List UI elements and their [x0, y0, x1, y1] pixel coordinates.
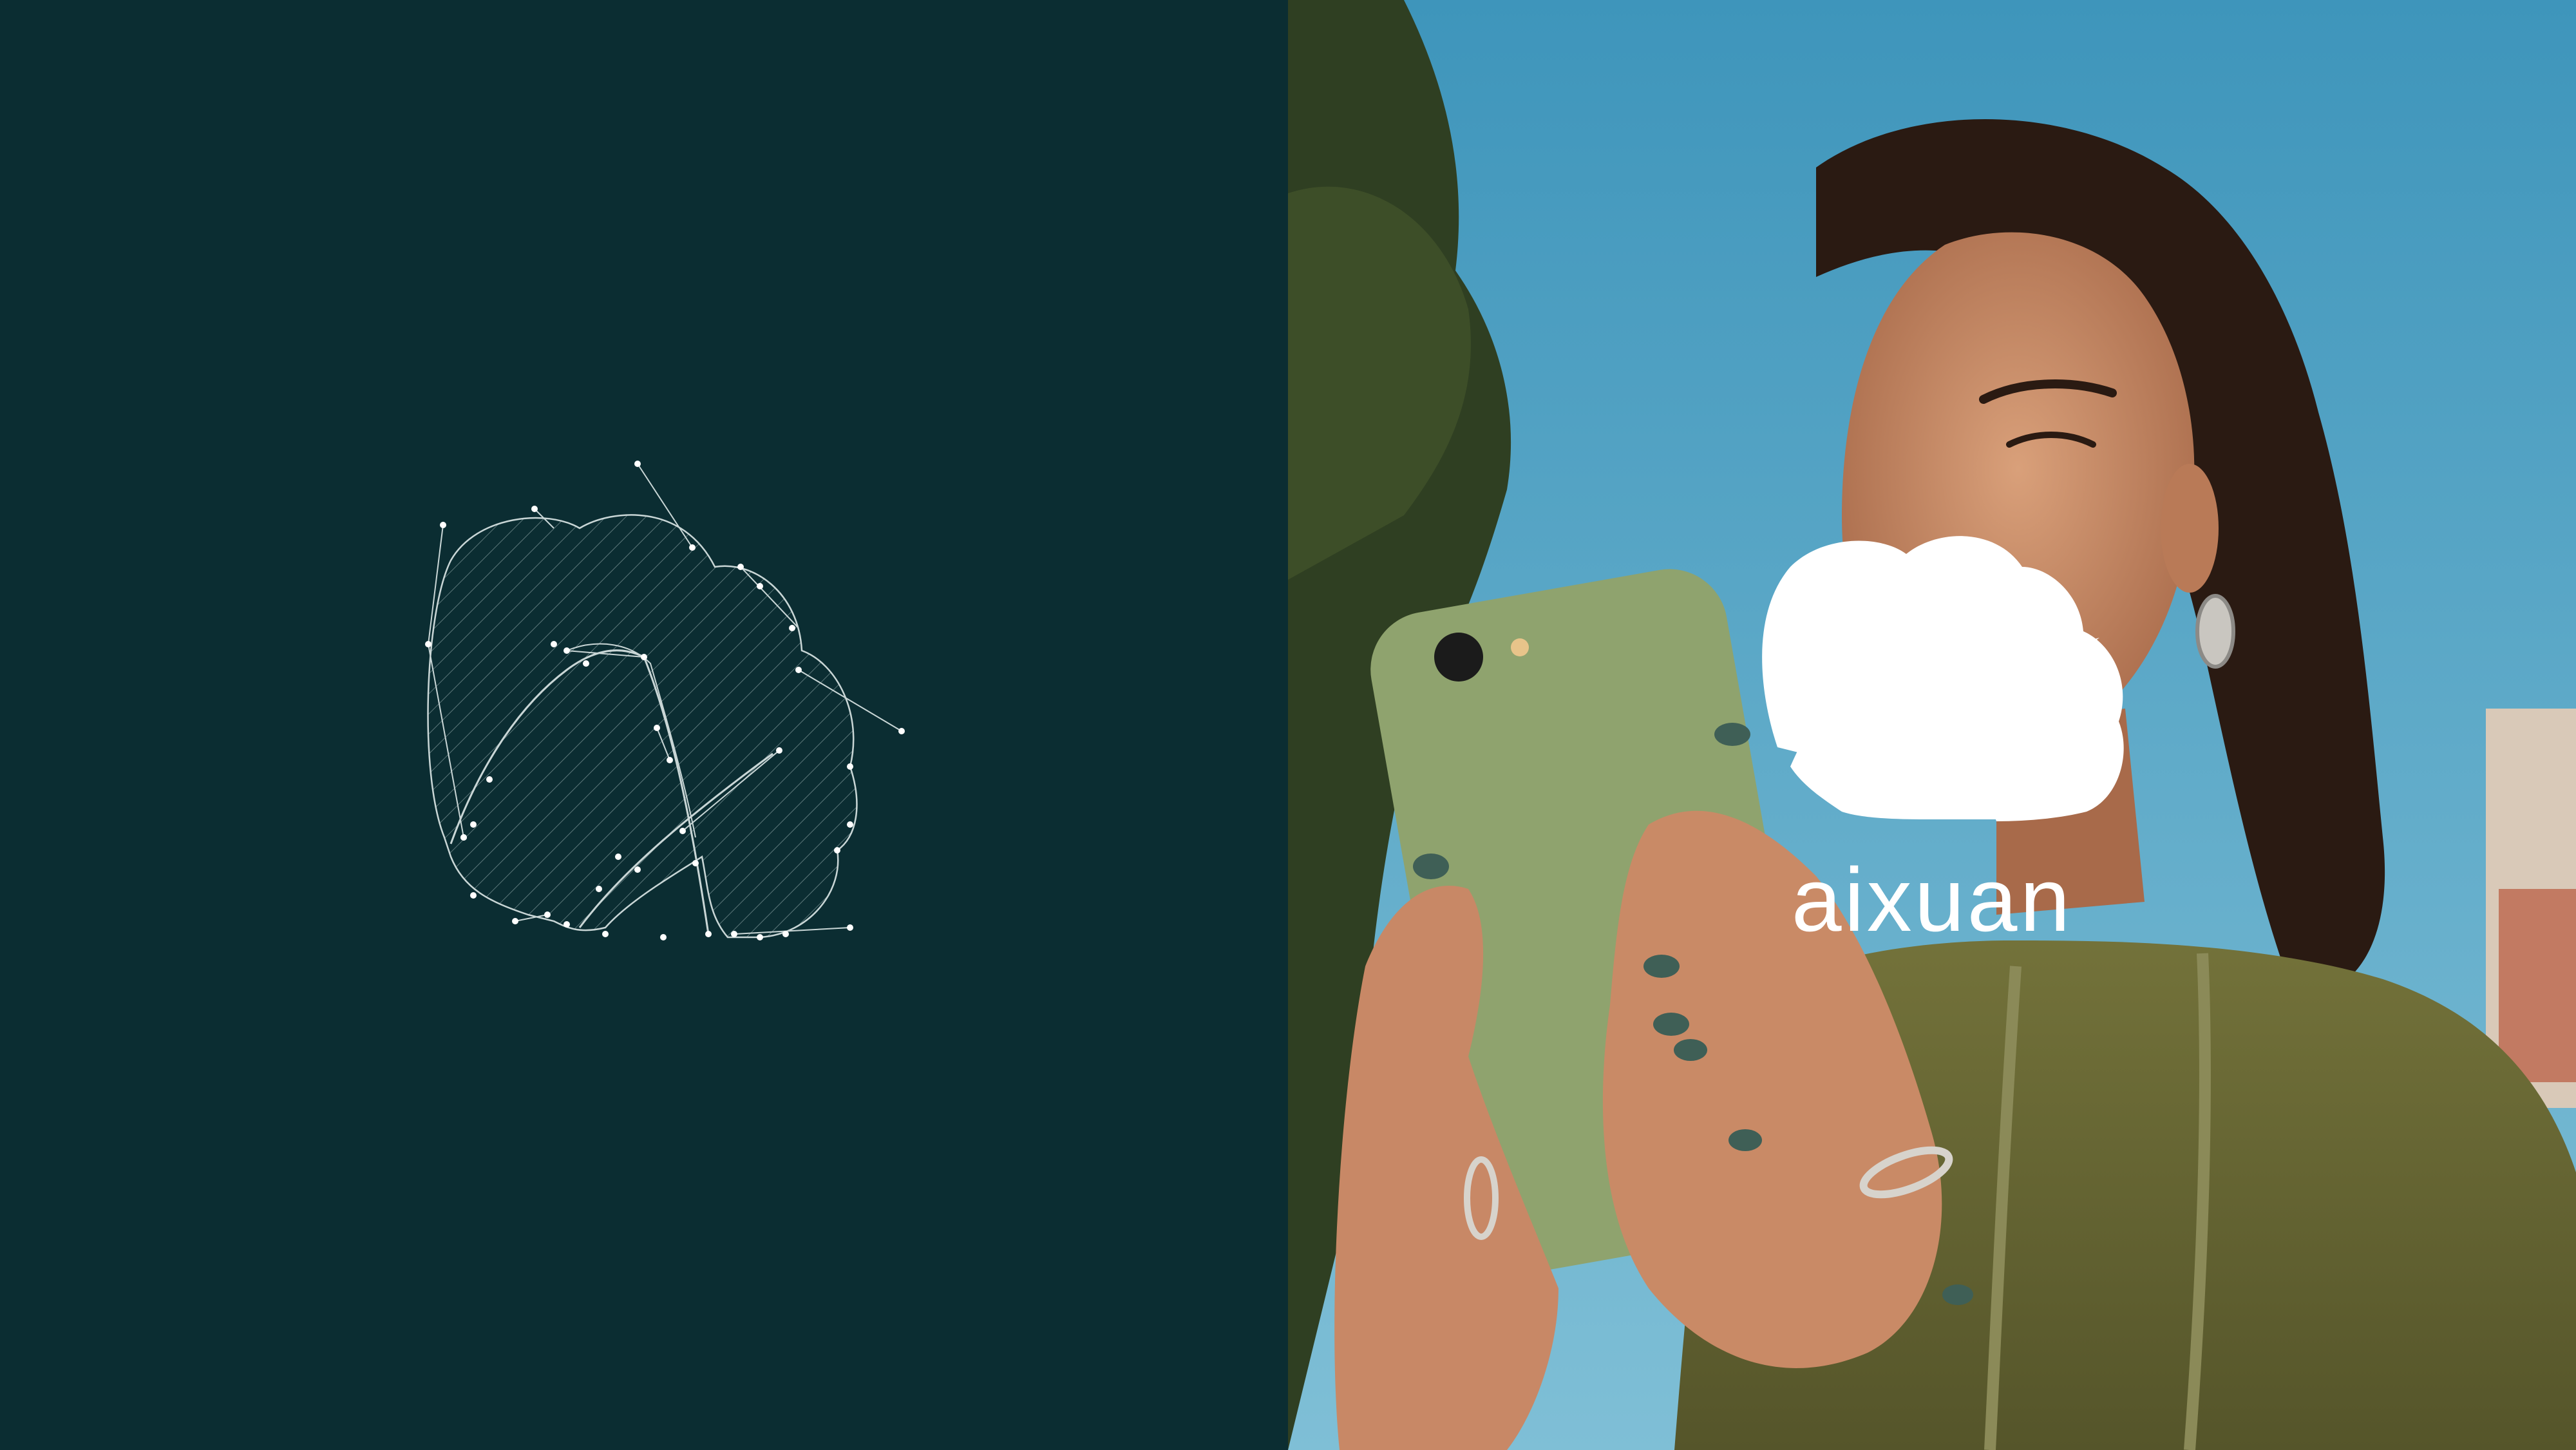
brand-wordmark: aixuan: [1792, 849, 2073, 950]
phone-flash: [1511, 638, 1529, 656]
brand-logo: aixuan: [1762, 536, 2124, 950]
lifestyle-photo: aixuan: [1288, 0, 2576, 1450]
cloud-hatched-shape: [427, 514, 858, 939]
lifestyle-photo-panel: aixuan: [1288, 0, 2576, 1450]
building-brick-section: [2499, 889, 2576, 1082]
earring: [2195, 594, 2235, 669]
phone-camera: [1434, 633, 1483, 682]
ear: [2161, 464, 2219, 593]
construction-panel: [0, 0, 1288, 1450]
logo-construction-drawing: [425, 461, 905, 940]
